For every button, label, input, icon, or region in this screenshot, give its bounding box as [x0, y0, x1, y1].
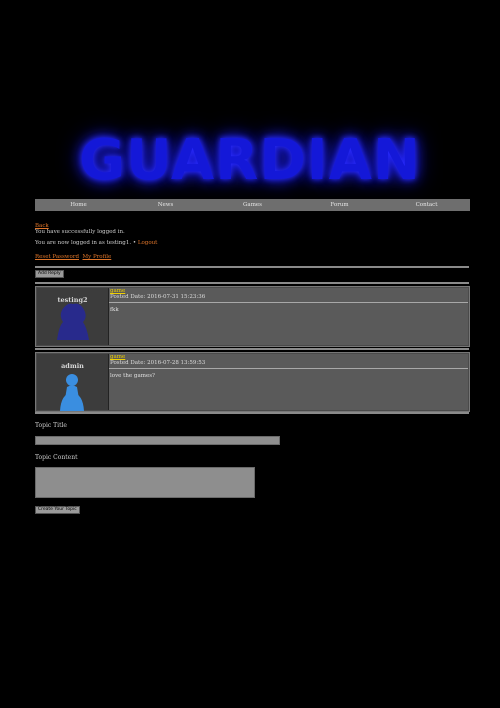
- divider: [35, 266, 469, 268]
- nav-item-forum[interactable]: Forum: [296, 199, 383, 211]
- nav-item-home[interactable]: Home: [35, 199, 122, 211]
- my-profile-link[interactable]: My Profile: [82, 254, 111, 260]
- avatar: [60, 374, 84, 411]
- post-author-panel: admin: [37, 354, 109, 411]
- post-content: love the games?: [110, 373, 155, 379]
- post-author-panel: testing2: [37, 288, 109, 345]
- post-separator: [109, 302, 468, 303]
- divider: [35, 348, 469, 350]
- topic-content-textarea[interactable]: [35, 467, 255, 498]
- topic-title-label: Topic Title: [35, 422, 67, 429]
- post-content: fkk: [110, 307, 119, 313]
- avatar: [57, 303, 89, 340]
- nav-item-contact[interactable]: Contact: [383, 199, 470, 211]
- topic-content-label: Topic Content: [35, 454, 78, 461]
- login-success-message: You have successfully logged in.: [35, 229, 125, 235]
- post-date: Posted Date: 2016-07-28 13:59:53: [110, 360, 206, 366]
- topic-title-input[interactable]: [35, 436, 280, 445]
- forum-post: admin game Posted Date: 2016-07-28 13:59…: [35, 352, 470, 412]
- logo-text: GUARDIAN: [79, 127, 421, 193]
- divider: [35, 412, 469, 414]
- post-body: game Posted Date: 2016-07-31 15:23:36 fk…: [109, 288, 468, 345]
- add-reply-button[interactable]: Add Reply: [35, 270, 64, 278]
- main-nav: Home News Games Forum Contact: [35, 199, 470, 211]
- post-date: Posted Date: 2016-07-31 15:23:36: [110, 294, 206, 300]
- reset-password-link[interactable]: Reset Password: [35, 254, 79, 260]
- forum-post: testing2 game Posted Date: 2016-07-31 15…: [35, 286, 470, 347]
- login-status: You are now logged in as testing1. • Log…: [35, 240, 157, 246]
- login-status-text: You are now logged in as testing1. •: [35, 240, 137, 246]
- logout-link[interactable]: Logout: [138, 240, 158, 246]
- post-body: game Posted Date: 2016-07-28 13:59:53 lo…: [109, 354, 468, 410]
- post-separator: [109, 368, 468, 369]
- divider: [35, 282, 469, 284]
- site-logo: GUARDIAN: [0, 127, 500, 193]
- nav-item-news[interactable]: News: [122, 199, 209, 211]
- create-topic-button[interactable]: Create Your Topic: [35, 506, 80, 514]
- nav-item-games[interactable]: Games: [209, 199, 296, 211]
- account-links: Reset Password My Profile: [35, 254, 111, 260]
